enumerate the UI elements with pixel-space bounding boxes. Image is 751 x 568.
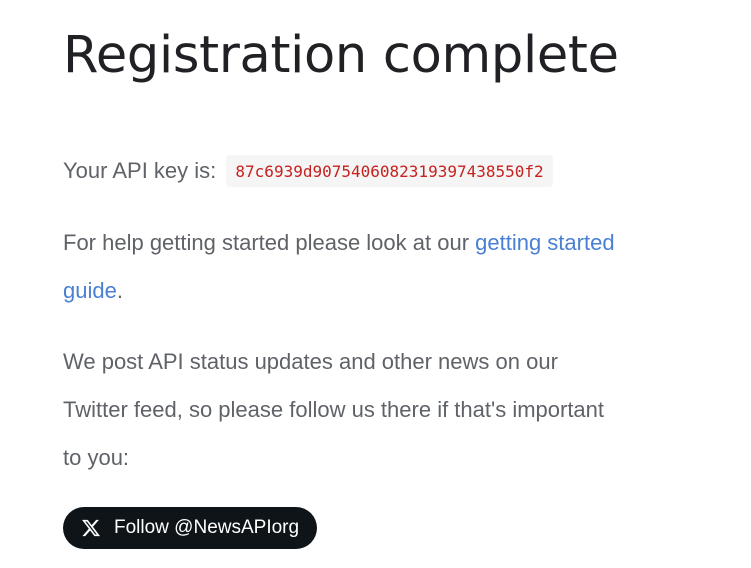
registration-page: Registration complete Your API key is: 8…	[0, 0, 751, 568]
page-title: Registration complete	[63, 26, 619, 85]
api-key-value: 87c6939d9075406082319397438550f2	[226, 155, 553, 187]
follow-button-label: Follow @NewsAPIorg	[114, 517, 300, 538]
api-key-paragraph: Your API key is: 87c6939d907540608231939…	[63, 147, 633, 195]
api-key-label: Your API key is:	[63, 158, 217, 183]
help-text: For help getting started please look at …	[63, 230, 476, 255]
help-text-end: .	[116, 278, 123, 303]
help-paragraph: For help getting started please look at …	[63, 219, 623, 315]
news-paragraph: We post API status updates and other new…	[63, 349, 605, 470]
twitter-follow-button[interactable]: Follow @NewsAPIorg	[63, 507, 318, 549]
x-logo-icon	[81, 518, 101, 538]
